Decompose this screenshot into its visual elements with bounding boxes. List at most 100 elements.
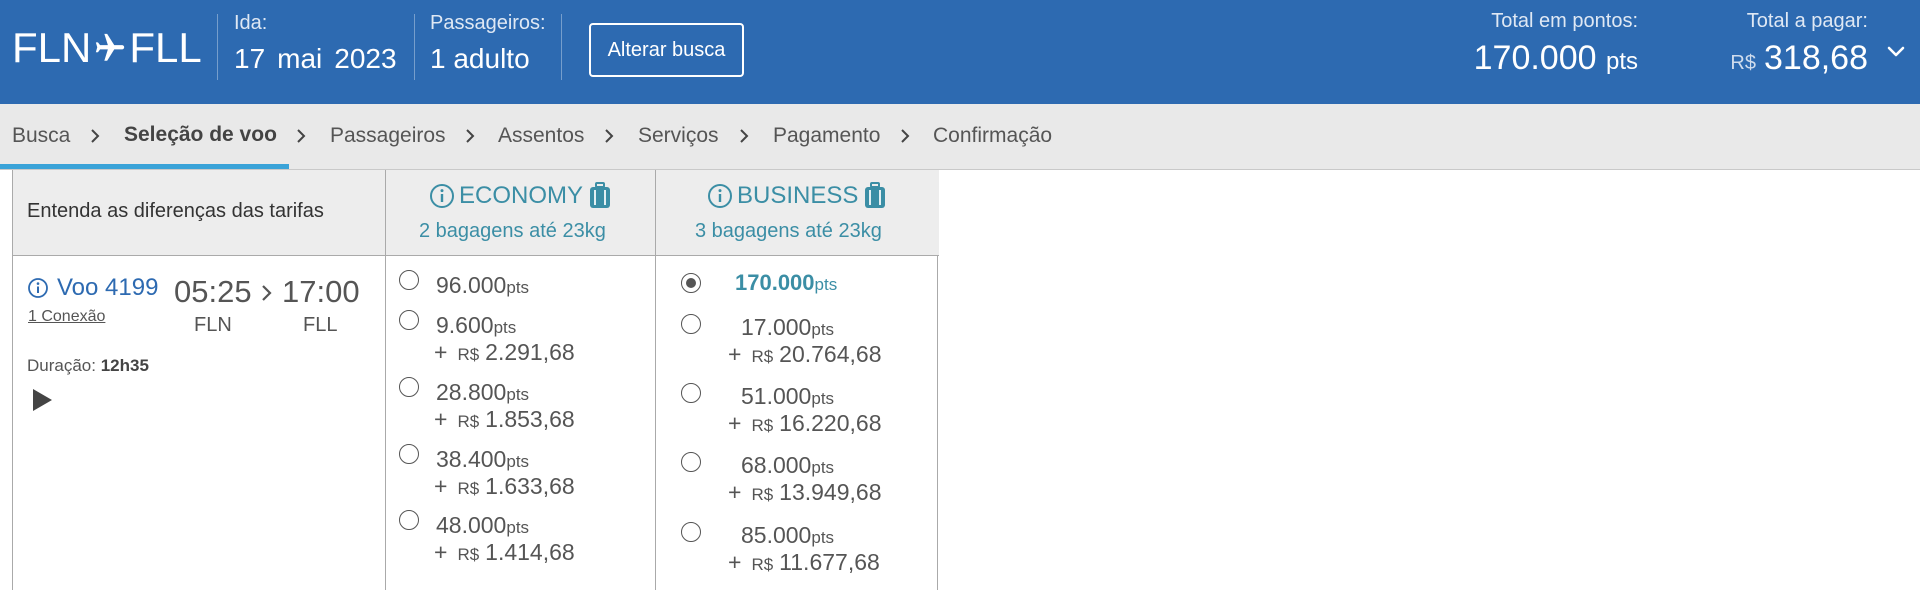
business-title[interactable]: BUSINESS xyxy=(707,182,888,210)
date-label: Ida: xyxy=(234,12,268,34)
total-points-value: 170.000 xyxy=(1473,39,1597,77)
economy-fare-points: 38.400pts xyxy=(436,446,530,472)
breadcrumb-assentos[interactable]: Assentos xyxy=(498,124,584,148)
chevron-right-icon xyxy=(740,129,749,143)
economy-label: ECONOMY xyxy=(459,182,584,209)
duration: Duração: 12h35 xyxy=(27,356,149,376)
total-points: Total em pontos: 170.000 pts xyxy=(1474,10,1638,78)
business-fare-points: 85.000pts xyxy=(741,522,835,548)
total-points-unit: pts xyxy=(1605,48,1638,75)
total-pay-value-row: R$ 318,68 xyxy=(1730,39,1868,78)
date-field: Ida: 17 mai 2023 xyxy=(234,12,409,75)
economy-fare-money: + R$ 2.291,68 xyxy=(434,339,575,365)
passengers-field: Passageiros: 1 adulto xyxy=(430,12,546,75)
economy-fare-radio[interactable] xyxy=(399,310,419,330)
total-points-label: Total em pontos: xyxy=(1491,10,1638,32)
total-points-value-row: 170.000 pts xyxy=(1474,39,1638,78)
connection-link[interactable]: 1 Conexão xyxy=(28,308,105,326)
business-fare-money: + R$ 13.949,68 xyxy=(728,479,882,505)
business-fare-points: 17.000pts xyxy=(741,314,835,340)
business-fare-radio[interactable] xyxy=(681,314,701,334)
economy-fare-radio[interactable] xyxy=(399,377,419,397)
column-divider xyxy=(385,170,386,256)
chevron-right-icon xyxy=(605,129,614,143)
fare-table-header: Entenda as diferenças das tarifas ECONOM… xyxy=(13,170,939,256)
chevron-right-icon xyxy=(901,129,910,143)
top-header: FLN FLL Ida: 17 mai 2023 Passageiros: 1 ad… xyxy=(0,0,1920,104)
date-day: 17 xyxy=(234,43,266,74)
route-title: FLN FLL xyxy=(12,20,202,76)
economy-fare-money: + R$ 1.414,68 xyxy=(434,539,575,565)
breadcrumb-busca[interactable]: Busca xyxy=(12,124,70,148)
total-pay-value: 318,68 xyxy=(1764,39,1868,77)
luggage-icon xyxy=(590,182,611,208)
breadcrumb-selecao-de-voo[interactable]: Seleção de voo xyxy=(124,123,277,147)
economy-fare-points: 9.600pts xyxy=(436,312,517,338)
business-fare-money: + R$ 11.677,68 xyxy=(728,549,880,575)
chevron-right-icon xyxy=(466,129,475,143)
economy-fare-points: 96.000pts xyxy=(436,272,530,298)
column-divider xyxy=(655,256,656,590)
passengers-value: 1 adulto xyxy=(430,43,530,74)
economy-fare-radio[interactable] xyxy=(399,510,419,530)
duration-value: 12h35 xyxy=(100,356,149,375)
economy-fare-points: 28.800pts xyxy=(436,379,530,405)
fare-differences-link[interactable]: Entenda as diferenças das tarifas xyxy=(27,200,324,223)
breadcrumb-pagamento[interactable]: Pagamento xyxy=(773,124,880,148)
chevron-right-icon xyxy=(297,129,306,143)
column-divider xyxy=(385,256,386,590)
economy-fare-radio[interactable] xyxy=(399,270,419,290)
breadcrumb-passageiros[interactable]: Passageiros xyxy=(330,124,446,148)
destination-code: FLL xyxy=(129,24,202,71)
business-fare-radio[interactable] xyxy=(681,522,701,542)
chevron-right-icon xyxy=(262,285,272,301)
header-divider xyxy=(217,14,218,80)
info-icon xyxy=(28,278,48,298)
breadcrumb-confirmacao[interactable]: Confirmação xyxy=(933,124,1052,148)
business-fare-money: + R$ 16.220,68 xyxy=(728,410,882,436)
date-value: 17 mai 2023 xyxy=(234,43,409,75)
active-step-indicator xyxy=(0,164,289,169)
business-fare-points: 170.000pts xyxy=(735,270,838,295)
total-pay-currency: R$ xyxy=(1730,52,1756,74)
economy-fare-points: 48.000pts xyxy=(436,512,530,538)
breadcrumb: Busca Seleção de voo Passageiros Assento… xyxy=(0,104,1920,170)
info-icon xyxy=(430,184,454,208)
passengers-label: Passageiros: xyxy=(430,12,546,34)
business-fare-money: + R$ 20.764,68 xyxy=(728,341,882,367)
business-baggage: 3 bagagens até 23kg xyxy=(695,220,882,242)
origin-code: FLN xyxy=(12,24,92,71)
chevron-right-icon xyxy=(91,129,100,143)
economy-fare-money: + R$ 1.853,68 xyxy=(434,406,575,432)
breadcrumb-servicos[interactable]: Serviços xyxy=(638,124,719,148)
luggage-icon xyxy=(865,182,886,208)
business-fare-points: 51.000pts xyxy=(741,383,835,409)
departure-time: 05:25 xyxy=(174,274,252,309)
economy-fare-money: + R$ 1.633,68 xyxy=(434,473,575,499)
business-fare-points: 68.000pts xyxy=(741,452,835,478)
economy-title[interactable]: ECONOMY xyxy=(429,182,613,210)
fare-table: Entenda as diferenças das tarifas ECONOM… xyxy=(12,170,939,590)
chevron-down-icon[interactable] xyxy=(1886,42,1906,62)
economy-fare-radio[interactable] xyxy=(399,444,419,464)
total-pay-label: Total a pagar: xyxy=(1746,10,1868,32)
date-year: 2023 xyxy=(334,43,397,74)
business-fare-radio-selected[interactable] xyxy=(681,273,701,293)
business-fare-radio[interactable] xyxy=(681,452,701,472)
flight-number: Voo 4199 xyxy=(57,274,159,301)
date-month: mai xyxy=(277,43,323,74)
play-icon[interactable] xyxy=(31,388,53,412)
business-fare-radio[interactable] xyxy=(681,383,701,403)
economy-baggage: 2 bagagens até 23kg xyxy=(419,220,606,242)
arrival-time: 17:00 xyxy=(282,274,360,309)
business-label: BUSINESS xyxy=(737,182,859,209)
arrival-airport: FLL xyxy=(303,314,338,336)
info-icon xyxy=(708,184,732,208)
duration-label: Duração: xyxy=(27,356,96,375)
header-divider xyxy=(414,14,415,80)
header-divider xyxy=(561,14,562,80)
change-search-button[interactable]: Alterar busca xyxy=(589,23,744,77)
flight-number-link[interactable]: Voo 4199 xyxy=(27,274,158,302)
airplane-icon xyxy=(96,33,125,61)
column-divider xyxy=(655,170,656,256)
